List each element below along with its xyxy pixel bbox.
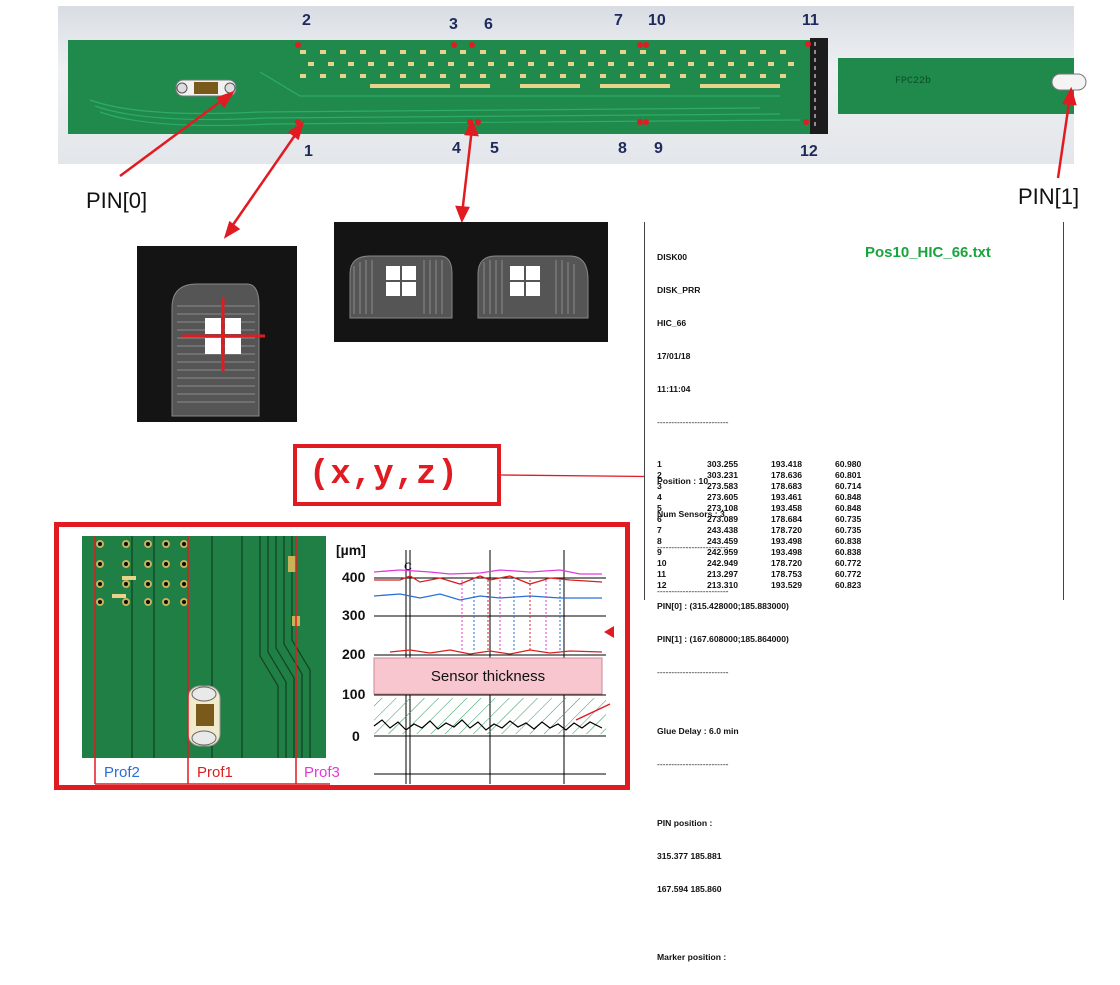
marker-id: 7 (657, 525, 662, 535)
marker-z: 60.801 (835, 470, 862, 480)
marker-row: 9 242.959 193.498 60.838 (657, 547, 885, 558)
marker-z: 60.980 (835, 459, 862, 469)
file-marker-position-label: Marker position : (657, 952, 727, 962)
file-separator: ------------------------- (657, 586, 729, 596)
marker-z: 60.772 (835, 569, 862, 579)
y-tick-0: 0 (352, 728, 360, 744)
marker-id: 4 (657, 492, 662, 502)
marker-id: 9 (657, 547, 662, 557)
marker-z: 60.823 (835, 580, 862, 590)
file-header-line: HIC_66 (657, 318, 687, 328)
marker-id: 6 (657, 514, 662, 524)
profile-plot: Sensor thickness C (373, 550, 614, 784)
file-glue-delay: Glue Delay : 6.0 min (657, 726, 739, 736)
marker-z: 60.838 (835, 536, 862, 546)
marker-row: 7 243.438 178.720 60.735 (657, 525, 885, 536)
marker-label-9: 9 (654, 140, 663, 157)
file-header-line: DISK00 (657, 252, 688, 262)
marker-z: 60.735 (835, 525, 862, 535)
marker-id: 10 (657, 558, 667, 568)
marker-id: 8 (657, 536, 662, 546)
marker-z: 60.772 (835, 558, 862, 568)
marker-row: 3 273.583 178.683 60.714 (657, 481, 885, 492)
marker-label-11: 11 (802, 12, 819, 29)
marker-row: 11 213.297 178.753 60.772 (657, 569, 885, 580)
marker-x: 273.605 (707, 492, 739, 502)
marker-x: 242.959 (707, 547, 739, 557)
marker-z: 60.714 (835, 481, 862, 491)
marker-row: 5 273.108 193.458 60.848 (657, 503, 885, 514)
marker-y: 178.753 (771, 569, 803, 579)
marker-x: 243.438 (707, 525, 739, 535)
marker-z: 60.735 (835, 514, 862, 524)
marker-x: 273.089 (707, 514, 739, 524)
file-separator: ------------------------- (657, 667, 729, 677)
y-tick-200: 200 (342, 646, 366, 662)
marker-y: 178.636 (771, 470, 803, 480)
y-tick-100: 100 (342, 686, 366, 702)
marker-z: 60.848 (835, 503, 862, 513)
marker-label-10: 10 (648, 12, 666, 29)
file-separator: ------------------------- (657, 759, 729, 769)
marker-row: 2 303.231 178.636 60.801 (657, 470, 885, 481)
file-panel: Pos10_HIC_66.txt DISK00 DISK_PRR HIC_66 … (644, 222, 1064, 962)
profile-unit-label: [µm] (336, 542, 366, 558)
marker-y: 193.498 (771, 547, 803, 557)
marker-row: 10 242.949 178.720 60.772 (657, 558, 885, 569)
prof3-label: Prof3 (304, 764, 340, 781)
marker-row: 8 243.459 193.498 60.838 (657, 536, 885, 547)
marker-y: 178.720 (771, 558, 803, 568)
marker-x: 303.255 (707, 459, 739, 469)
pcb-tab (838, 58, 1074, 114)
prof1-label: Prof1 (197, 764, 233, 781)
file-pin1: PIN[1] : (167.608000;185.864000) (657, 634, 789, 644)
marker-x: 213.297 (707, 569, 739, 579)
board-label: FPC22b (895, 76, 932, 87)
marker-y: 193.418 (771, 459, 803, 469)
y-tick-400: 400 (342, 569, 366, 585)
sensor-thickness-label: Sensor thickness (431, 668, 545, 685)
marker-id: 5 (657, 503, 662, 513)
file-header-line: 17/01/18 (657, 351, 691, 361)
file-pin-position-row: 167.594 185.860 (657, 884, 722, 894)
marker-x: 243.459 (707, 536, 739, 546)
marker-row: 6 273.089 178.684 60.735 (657, 514, 885, 525)
marker-x: 273.583 (707, 481, 739, 491)
marker-y: 193.458 (771, 503, 803, 513)
prof2-label: Prof2 (104, 764, 140, 781)
marker-x: 303.231 (707, 470, 739, 480)
marker-id: 3 (657, 481, 662, 491)
marker-id: 2 (657, 470, 662, 480)
marker-y: 178.720 (771, 525, 803, 535)
marker-z: 60.838 (835, 547, 862, 557)
marker-x: 242.949 (707, 558, 739, 568)
file-pin-position-row: 315.377 185.881 (657, 851, 722, 861)
file-title: Pos10_HIC_66.txt (865, 244, 991, 261)
marker-row: 4 273.605 193.461 60.848 (657, 492, 885, 503)
file-header-line: DISK_PRR (657, 285, 701, 295)
y-tick-300: 300 (342, 607, 366, 623)
marker-id: 1 (657, 459, 662, 469)
file-separator: ------------------------- (657, 417, 729, 427)
marker-y: 193.498 (771, 536, 803, 546)
marker-x: 273.108 (707, 503, 739, 513)
marker-row: 1 303.255 193.418 60.980 (657, 459, 885, 470)
marker-y: 193.461 (771, 492, 803, 502)
profile-marker-c: C (404, 561, 412, 573)
pin1-label: PIN[1] (1018, 184, 1080, 209)
marker-y: 178.684 (771, 514, 803, 524)
marker-y: 193.529 (771, 580, 803, 590)
marker-label-12: 12 (800, 143, 818, 160)
marker-y: 178.683 (771, 481, 803, 491)
file-header-line: 11:11:04 (657, 384, 691, 394)
marker-z: 60.848 (835, 492, 862, 502)
marker-id: 11 (657, 569, 667, 579)
file-pin-position-label: PIN position : (657, 818, 713, 828)
